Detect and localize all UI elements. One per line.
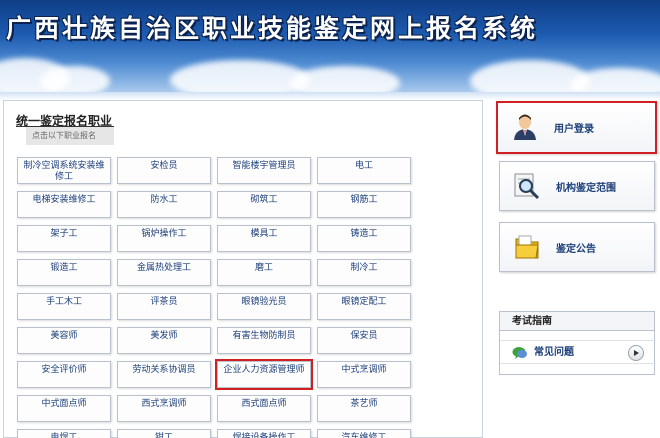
job-button[interactable]: 汽车维修工 xyxy=(317,429,411,438)
job-button[interactable]: 电梯安装维修工 xyxy=(17,191,111,218)
job-button[interactable]: 锅炉操作工 xyxy=(117,225,211,252)
job-button[interactable]: 美发师 xyxy=(117,327,211,354)
job-button[interactable]: 保安员 xyxy=(317,327,411,354)
job-button[interactable]: 眼镜定配工 xyxy=(317,293,411,320)
job-button[interactable]: 制冷工 xyxy=(317,259,411,286)
cloud-decoration xyxy=(170,60,310,92)
job-button[interactable]: 西式烹调师 xyxy=(117,395,211,422)
scope-label: 机构鉴定范围 xyxy=(556,182,616,194)
job-button-highlighted[interactable]: 企业人力资源管理师 xyxy=(215,359,313,390)
job-button[interactable]: 眼镜验光员 xyxy=(217,293,311,320)
job-grid: 制冷空调系统安装维修工 安检员 智能楼宇管理员 电工 电梯安装维修工 防水工 砌… xyxy=(17,157,411,438)
job-button[interactable]: 锻造工 xyxy=(17,259,111,286)
job-button[interactable]: 电工 xyxy=(317,157,411,184)
job-button[interactable]: 安检员 xyxy=(117,157,211,184)
job-button[interactable]: 西式面点师 xyxy=(217,395,311,422)
job-button[interactable]: 手工木工 xyxy=(17,293,111,320)
exam-guide-title: 考试指南 xyxy=(500,312,654,331)
user-icon xyxy=(514,114,536,140)
job-list-panel: 统一鉴定报名职业 点击以下职业报名 制冷空调系统安装维修工 安检员 智能楼宇管理… xyxy=(3,100,483,438)
cloud-decoration xyxy=(40,66,110,92)
job-button[interactable]: 劳动关系协调员 xyxy=(117,361,211,388)
job-button[interactable]: 茶艺师 xyxy=(317,395,411,422)
job-button[interactable]: 安全评价师 xyxy=(17,361,111,388)
job-button[interactable]: 钳工 xyxy=(117,429,211,438)
folder-icon xyxy=(515,235,539,259)
notice-label: 鉴定公告 xyxy=(556,243,596,255)
magnifier-icon xyxy=(514,173,540,200)
hint-text: 点击以下职业报名 xyxy=(26,127,114,145)
scope-button[interactable]: 机构鉴定范围 xyxy=(499,161,655,211)
chat-icon xyxy=(512,347,527,359)
job-button[interactable]: 制冷空调系统安装维修工 xyxy=(17,157,111,184)
banner-divider xyxy=(0,92,660,100)
job-button[interactable]: 钢筋工 xyxy=(317,191,411,218)
job-button[interactable]: 智能楼宇管理员 xyxy=(217,157,311,184)
job-button[interactable]: 中式烹调师 xyxy=(317,361,411,388)
site-title: 广西壮族自治区职业技能鉴定网上报名系统 xyxy=(6,14,539,43)
job-button[interactable]: 有害生物防制员 xyxy=(217,327,311,354)
job-button[interactable]: 砌筑工 xyxy=(217,191,311,218)
job-button[interactable]: 铸造工 xyxy=(317,225,411,252)
header-banner: 广西壮族自治区职业技能鉴定网上报名系统 xyxy=(0,0,660,92)
job-button[interactable]: 中式面点师 xyxy=(17,395,111,422)
notice-button[interactable]: 鉴定公告 xyxy=(499,222,655,272)
job-button[interactable]: 模具工 xyxy=(217,225,311,252)
job-button[interactable]: 评茶员 xyxy=(117,293,211,320)
job-button[interactable]: 金属热处理工 xyxy=(117,259,211,286)
job-button[interactable]: 防水工 xyxy=(117,191,211,218)
job-button[interactable]: 焊接设备操作工 xyxy=(217,429,311,438)
play-arrow-icon[interactable] xyxy=(628,345,644,361)
faq-label: 常见问题 xyxy=(534,347,574,358)
login-label: 用户登录 xyxy=(554,124,594,135)
job-button[interactable]: 美容师 xyxy=(17,327,111,354)
faq-link[interactable]: 常见问题 xyxy=(500,340,656,364)
login-button[interactable]: 用户登录 xyxy=(496,101,657,154)
job-button[interactable]: 电焊工 xyxy=(17,429,111,438)
job-button[interactable]: 磨工 xyxy=(217,259,311,286)
exam-guide-box: 考试指南 常见问题 xyxy=(499,311,656,375)
job-button[interactable]: 架子工 xyxy=(17,225,111,252)
cloud-decoration xyxy=(290,66,400,92)
